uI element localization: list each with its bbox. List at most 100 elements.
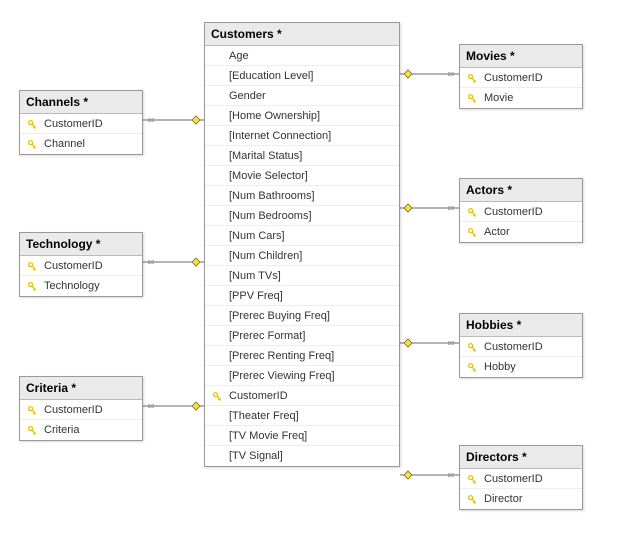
table-column-row[interactable]: [Num TVs] [205,266,399,286]
svg-text:∞: ∞ [147,401,154,412]
column-name: CustomerID [480,341,543,353]
table-column-row[interactable]: CustomerID [460,68,582,88]
table-column-row[interactable]: [TV Movie Freq] [205,426,399,446]
column-name: [Internet Connection] [225,130,331,142]
blank-icon [209,428,225,444]
table-column-row[interactable]: CustomerID [20,114,142,134]
table-column-row[interactable]: Director [460,489,582,509]
key-icon [464,224,480,240]
svg-text:∞: ∞ [447,470,454,481]
table-channels[interactable]: Channels * CustomerID Channel [19,90,143,155]
svg-text:∞: ∞ [147,257,154,268]
table-column-row[interactable]: [Prerec Viewing Freq] [205,366,399,386]
table-body: CustomerID Movie [460,68,582,108]
table-column-row[interactable]: CustomerID [460,469,582,489]
blank-icon [209,348,225,364]
table-hobbies[interactable]: Hobbies * CustomerID Hobby [459,313,583,378]
blank-icon [209,68,225,84]
column-name: [Prerec Buying Freq] [225,310,330,322]
table-column-row[interactable]: [Theater Freq] [205,406,399,426]
table-header: Technology * [20,233,142,256]
blank-icon [209,328,225,344]
blank-icon [209,448,225,464]
table-column-row[interactable]: [Prerec Renting Freq] [205,346,399,366]
key-icon [24,402,40,418]
table-column-row[interactable]: [Internet Connection] [205,126,399,146]
key-icon [24,422,40,438]
key-icon [464,70,480,86]
table-column-row[interactable]: [Prerec Format] [205,326,399,346]
key-icon [464,491,480,507]
column-name: CustomerID [40,260,103,272]
column-name: [TV Movie Freq] [225,430,307,442]
column-name: Criteria [40,424,79,436]
blank-icon [209,228,225,244]
table-customers[interactable]: Customers * Age[Education Level]Gender[H… [204,22,400,467]
table-column-row[interactable]: Movie [460,88,582,108]
table-body: CustomerID Technology [20,256,142,296]
table-column-row[interactable]: Age [205,46,399,66]
column-name: Movie [480,92,513,104]
blank-icon [209,408,225,424]
svg-text:∞: ∞ [447,203,454,214]
table-column-row[interactable]: [Movie Selector] [205,166,399,186]
table-column-row[interactable]: CustomerID [460,202,582,222]
table-body: Age [Education Level] Gender[Home Ownershi… [205,46,399,466]
table-column-row[interactable]: [Prerec Buying Freq] [205,306,399,326]
table-column-row[interactable]: Hobby [460,357,582,377]
table-body: CustomerID Channel [20,114,142,154]
table-column-row[interactable]: Criteria [20,420,142,440]
table-column-row[interactable]: [Num Cars] [205,226,399,246]
table-column-row[interactable]: [Num Bathrooms] [205,186,399,206]
table-column-row[interactable]: CustomerID [20,256,142,276]
column-name: [Prerec Renting Freq] [225,350,334,362]
table-column-row[interactable]: [Home Ownership] [205,106,399,126]
column-name: CustomerID [40,118,103,130]
table-column-row[interactable]: CustomerID [20,400,142,420]
blank-icon [209,188,225,204]
table-column-row[interactable]: CustomerID [205,386,399,406]
table-criteria[interactable]: Criteria * CustomerID Criteria [19,376,143,441]
key-icon [464,471,480,487]
table-directors[interactable]: Directors * CustomerID Director [459,445,583,510]
blank-icon [209,48,225,64]
column-name: [Education Level] [225,70,313,82]
blank-icon [209,268,225,284]
column-name: [TV Signal] [225,450,283,462]
table-column-row[interactable]: Channel [20,134,142,154]
blank-icon [209,368,225,384]
blank-icon [209,308,225,324]
column-name: CustomerID [225,390,288,402]
key-icon [24,258,40,274]
key-icon [464,359,480,375]
column-name: [PPV Freq] [225,290,283,302]
table-column-row[interactable]: Actor [460,222,582,242]
key-icon [24,116,40,132]
table-actors[interactable]: Actors * CustomerID Actor [459,178,583,243]
column-name: [Prerec Viewing Freq] [225,370,335,382]
blank-icon [209,148,225,164]
column-name: [Num Bedrooms] [225,210,312,222]
key-icon [464,339,480,355]
blank-icon [209,168,225,184]
table-column-row[interactable]: [Num Children] [205,246,399,266]
table-body: CustomerID Actor [460,202,582,242]
table-column-row[interactable]: [TV Signal] [205,446,399,466]
key-icon [24,278,40,294]
table-column-row[interactable]: [PPV Freq] [205,286,399,306]
table-technology[interactable]: Technology * CustomerID Technology [19,232,143,297]
svg-text:∞: ∞ [447,338,454,349]
table-column-row[interactable]: [Marital Status] [205,146,399,166]
column-name: Technology [40,280,100,292]
table-column-row[interactable]: [Education Level] [205,66,399,86]
svg-text:∞: ∞ [447,69,454,80]
table-column-row[interactable]: Gender [205,86,399,106]
svg-text:∞: ∞ [147,115,154,126]
column-name: [Num TVs] [225,270,281,282]
table-column-row[interactable]: Technology [20,276,142,296]
table-movies[interactable]: Movies * CustomerID Movie [459,44,583,109]
table-column-row[interactable]: CustomerID [460,337,582,357]
table-column-row[interactable]: [Num Bedrooms] [205,206,399,226]
blank-icon [209,208,225,224]
table-header: Movies * [460,45,582,68]
